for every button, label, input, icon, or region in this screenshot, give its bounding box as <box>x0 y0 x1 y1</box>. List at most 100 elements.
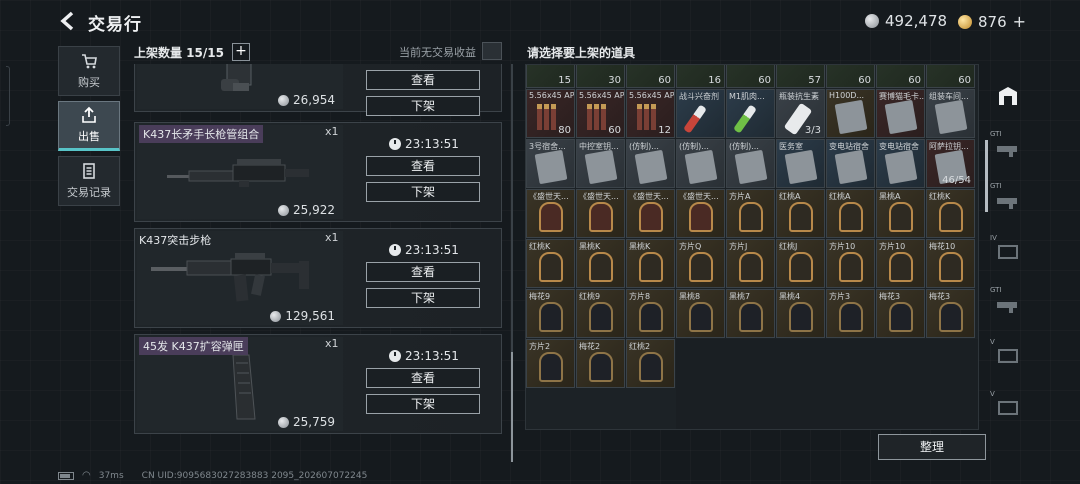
inventory-slot[interactable]: 红桃A <box>776 189 825 238</box>
inventory-slot[interactable]: 3号宿舍... <box>526 139 575 188</box>
inventory-slot[interactable]: 方片2 <box>526 339 575 388</box>
inventory-slot[interactable]: 方片10 <box>826 239 875 288</box>
delist-button[interactable]: 下架 <box>366 394 480 414</box>
inventory-slot[interactable]: 赛博猫毛卡... <box>876 89 925 138</box>
inventory-slot[interactable]: 战斗兴奋剂 <box>676 89 725 138</box>
listing-list[interactable]: 26,954 查看 下架 K437长矛手长枪管组合 x1 25,922 23:1… <box>134 64 504 436</box>
inventory-slot[interactable]: 方片3 <box>826 289 875 338</box>
filter-gun-3[interactable]: GTI <box>990 286 1026 322</box>
inventory-slot[interactable]: 组装车间... <box>926 89 975 138</box>
inventory-slot[interactable]: (仿制)... <box>726 139 775 188</box>
listing-card[interactable]: 26,954 查看 下架 <box>134 64 502 116</box>
listing-card[interactable]: 45发 K437扩容弹匣 x1 25,759 23:13:51 查看 下架 <box>134 334 502 434</box>
delist-button[interactable]: 下架 <box>366 96 480 116</box>
inventory-slot[interactable]: 60 <box>726 65 775 88</box>
inventory-slot[interactable]: 5.56x45 AP 12 <box>626 89 675 138</box>
inventory-slot[interactable]: 5.56x45 AP 80 <box>526 89 575 138</box>
inventory-slot[interactable]: 黑桃A <box>876 189 925 238</box>
playing-card-icon <box>839 202 863 232</box>
inventory-slot[interactable]: 黑桃K <box>626 239 675 288</box>
playing-card-icon <box>589 352 613 382</box>
inventory-slot[interactable]: 梅花9 <box>526 289 575 338</box>
sort-button[interactable]: 整理 <box>878 434 986 460</box>
inventory-slot[interactable]: 16 <box>676 65 725 88</box>
view-button[interactable]: 查看 <box>366 368 480 388</box>
inventory-slot[interactable]: (仿制)... <box>626 139 675 188</box>
inventory-slot[interactable]: 方片A <box>726 189 775 238</box>
inventory-slot[interactable]: 变电站宿舍 <box>876 139 925 188</box>
inventory-slot[interactable]: 红桃A <box>826 189 875 238</box>
side-handle[interactable] <box>6 66 10 126</box>
inventory-slot[interactable]: 方片10 <box>876 239 925 288</box>
delist-button[interactable]: 下架 <box>366 182 480 202</box>
inventory-slot[interactable]: 梅花2 <box>576 339 625 388</box>
playing-card-icon <box>639 202 663 232</box>
scrollbar-thumb[interactable] <box>511 352 513 462</box>
inventory-slot[interactable]: 医务室 <box>776 139 825 188</box>
view-button[interactable]: 查看 <box>366 262 480 282</box>
tab-buy[interactable]: 购买 <box>58 46 120 96</box>
inventory-slot[interactable]: 60 <box>876 65 925 88</box>
collect-earnings-icon[interactable] <box>482 42 502 60</box>
inventory-slot[interactable]: 黑桃4 <box>776 289 825 338</box>
inventory-slot[interactable]: 15 <box>526 65 575 88</box>
inventory-slot[interactable]: 变电站宿舍 <box>826 139 875 188</box>
inventory-grid[interactable]: 15 30 60 16 60 57 60 60 60 5.56x45 AP 80 5.56x45 AP… <box>525 64 979 430</box>
filter-armor-1[interactable]: IV <box>990 234 1026 270</box>
inventory-slot[interactable]: 《盛世天... <box>626 189 675 238</box>
slot-label: 中控室钥... <box>579 142 619 151</box>
keycard-icon <box>834 99 868 135</box>
inventory-slot[interactable]: 60 <box>926 65 975 88</box>
inventory-slot[interactable]: 60 <box>826 65 875 88</box>
inventory-slot[interactable]: 30 <box>576 65 625 88</box>
inventory-slot[interactable]: 黑桃7 <box>726 289 775 338</box>
listing-card[interactable]: K437长矛手长枪管组合 x1 25,922 23:13:51 查看 下架 <box>134 122 502 222</box>
back-arrow-icon[interactable] <box>58 10 80 32</box>
inventory-slot[interactable]: 《盛世天... <box>576 189 625 238</box>
inventory-slot[interactable]: 中控室钥... <box>576 139 625 188</box>
listing-price: 25,759 <box>278 415 335 429</box>
inventory-slot[interactable]: 60 <box>626 65 675 88</box>
item-qty: x1 <box>325 125 339 138</box>
inventory-slot[interactable]: 梅花3 <box>876 289 925 338</box>
tab-sell[interactable]: 出售 <box>58 101 120 151</box>
inventory-slot[interactable]: 黑桃K <box>576 239 625 288</box>
view-button[interactable]: 查看 <box>366 70 480 90</box>
inventory-slot[interactable]: 梅花3 <box>926 289 975 338</box>
add-listing-button[interactable]: + <box>232 43 250 61</box>
inventory-slot[interactable]: 瓶装抗生素 3/3 <box>776 89 825 138</box>
inventory-slot[interactable]: 梅花10 <box>926 239 975 288</box>
tab-trade-history[interactable]: 交易记录 <box>58 156 120 206</box>
inventory-slot[interactable]: 《盛世天... <box>526 189 575 238</box>
inventory-slot[interactable]: 57 <box>776 65 825 88</box>
inventory-scrollbar[interactable] <box>985 140 988 212</box>
inventory-slot[interactable]: (仿制)... <box>676 139 725 188</box>
inventory-slot[interactable]: 《盛世天... <box>676 189 725 238</box>
inventory-slot[interactable]: H100D... <box>826 89 875 138</box>
inventory-slot[interactable]: 红桃9 <box>576 289 625 338</box>
tab-sell-label: 出售 <box>78 130 100 143</box>
filter-armor-2[interactable]: V <box>990 338 1026 374</box>
listing-scrollbar[interactable] <box>511 64 513 462</box>
inventory-slot[interactable]: M1肌肉... <box>726 89 775 138</box>
inventory-slot[interactable]: 红桃K <box>926 189 975 238</box>
inventory-slot[interactable]: 方片J <box>726 239 775 288</box>
filter-all[interactable] <box>990 78 1026 114</box>
filter-gun-2[interactable]: GTI <box>990 182 1026 218</box>
view-button[interactable]: 查看 <box>366 156 480 176</box>
filter-gun-1[interactable]: GTI <box>990 130 1026 166</box>
listing-card[interactable]: K437突击步枪 x1 129,561 23:13:51 查看 下架 <box>134 228 502 328</box>
inventory-slot[interactable]: 红桃2 <box>626 339 675 388</box>
inventory-slot[interactable]: 方片Q <box>676 239 725 288</box>
inventory-slot[interactable]: 红桃K <box>526 239 575 288</box>
slot-label: (仿制)... <box>679 142 709 151</box>
delist-button[interactable]: 下架 <box>366 288 480 308</box>
inventory-slot[interactable]: 方片8 <box>626 289 675 338</box>
inventory-slot[interactable]: 5.56x45 AP 60 <box>576 89 625 138</box>
gold-currency[interactable]: 876 + <box>958 12 1026 31</box>
add-gold-button[interactable]: + <box>1013 12 1026 31</box>
inventory-slot[interactable]: 红桃J <box>776 239 825 288</box>
inventory-slot[interactable]: 黑桃8 <box>676 289 725 338</box>
inventory-slot[interactable]: 阿萨拉钥... 46/54 <box>926 139 975 188</box>
filter-armor-3[interactable]: V <box>990 390 1026 426</box>
